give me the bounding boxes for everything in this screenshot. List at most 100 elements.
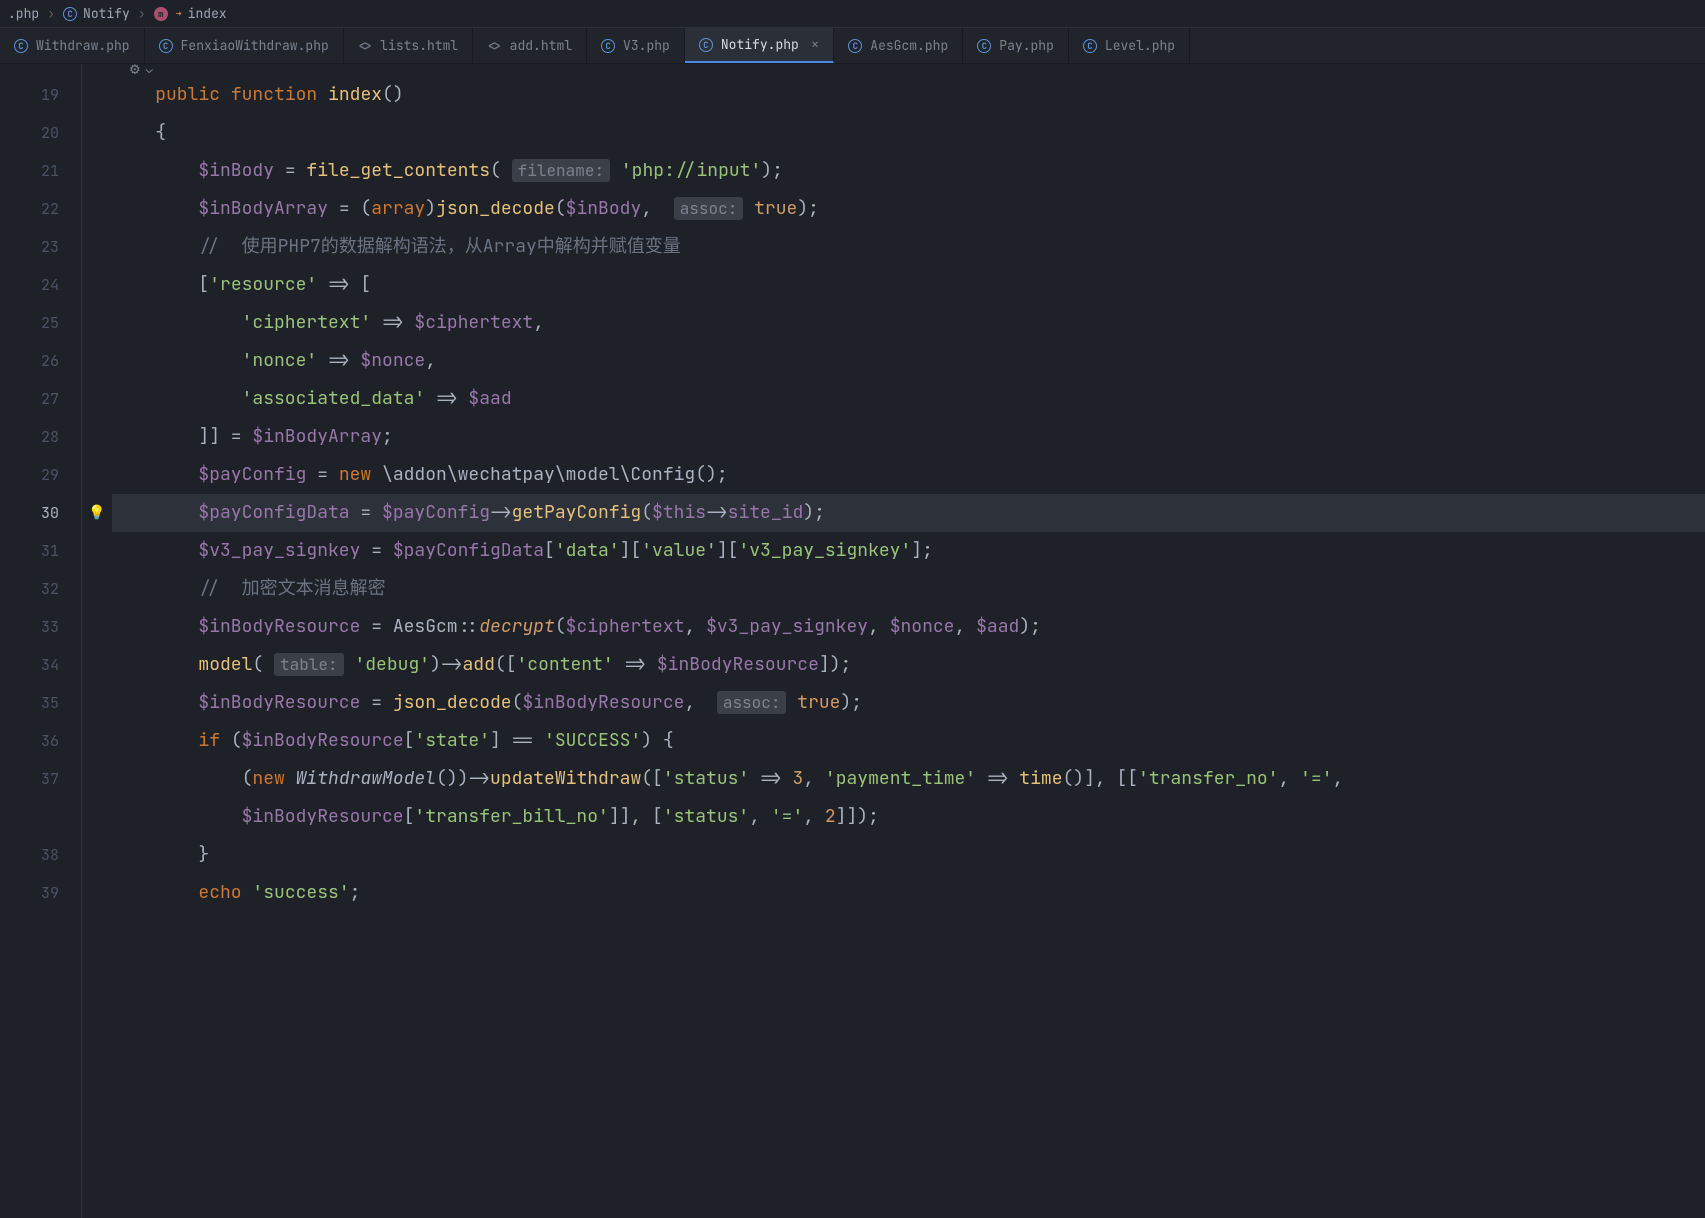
- settings-icon[interactable]: ⚙: [130, 58, 140, 79]
- tab-label: Level.php: [1105, 37, 1175, 54]
- arrow-icon: ➜: [176, 7, 182, 20]
- tab-label: Notify.php: [721, 36, 799, 53]
- code-toolbar[interactable]: ⚙ ⌄: [130, 58, 153, 79]
- line-number: 24: [0, 266, 81, 304]
- gutter-icon-slot: [82, 76, 112, 114]
- line-number: 38: [0, 836, 81, 874]
- gutter-icon-slot: [82, 760, 112, 798]
- tab-lists[interactable]: <> lists.html: [344, 28, 473, 63]
- code-editor[interactable]: 1920212223242526272829303132333435363738…: [0, 64, 1705, 1218]
- chevron-right-icon: ›: [47, 5, 55, 22]
- line-number: 30: [0, 494, 81, 532]
- gutter-icon-slot: 💡: [82, 494, 112, 532]
- line-number: 19: [0, 76, 81, 114]
- breadcrumb: .php › C Notify › m ➜ index: [0, 0, 1705, 28]
- code-line[interactable]: ['resource' => [: [112, 266, 1705, 304]
- code-line[interactable]: $v3_pay_signkey = $payConfigData['data']…: [112, 532, 1705, 570]
- tab-withdraw[interactable]: C Withdraw.php: [0, 28, 145, 63]
- class-icon: C: [699, 38, 713, 52]
- code-line[interactable]: // 加密文本消息解密: [112, 570, 1705, 608]
- breadcrumb-label: index: [188, 5, 227, 22]
- class-icon: C: [63, 7, 77, 21]
- tab-label: FenxiaoWithdraw.php: [181, 37, 329, 54]
- line-number: 27: [0, 380, 81, 418]
- tab-pay[interactable]: C Pay.php: [963, 28, 1069, 63]
- gutter-icon-slot: [82, 152, 112, 190]
- line-number: 28: [0, 418, 81, 456]
- code-line[interactable]: (new WithdrawModel())->updateWithdraw(['…: [112, 760, 1705, 798]
- code-line[interactable]: }: [112, 836, 1705, 874]
- line-number: 35: [0, 684, 81, 722]
- breadcrumb-item[interactable]: C Notify: [63, 5, 130, 22]
- editor-tabs: C Withdraw.php C FenxiaoWithdraw.php <> lis…: [0, 28, 1705, 64]
- html-icon: <>: [487, 38, 501, 54]
- line-number: 39: [0, 874, 81, 912]
- code-line[interactable]: $inBodyResource = json_decode($inBodyRes…: [112, 684, 1705, 722]
- breadcrumb-item[interactable]: .php: [8, 5, 39, 22]
- class-icon: C: [159, 39, 173, 53]
- gutter-icon-slot: [82, 342, 112, 380]
- gutter-icon-slot: [82, 532, 112, 570]
- tab-label: AesGcm.php: [870, 37, 948, 54]
- line-number: 36: [0, 722, 81, 760]
- chevron-right-icon: ›: [138, 5, 146, 22]
- code-line[interactable]: $inBody = file_get_contents( filename: '…: [112, 152, 1705, 190]
- code-line-active[interactable]: $payConfigData = $payConfig->getPayConfi…: [112, 494, 1705, 532]
- code-line[interactable]: {: [112, 114, 1705, 152]
- line-number: 22: [0, 190, 81, 228]
- tab-fenxiaowithdraw[interactable]: C FenxiaoWithdraw.php: [145, 28, 344, 63]
- gutter-icon-slot: [82, 228, 112, 266]
- code-line[interactable]: 'nonce' => $nonce,: [112, 342, 1705, 380]
- code-line[interactable]: 'associated_data' => $aad: [112, 380, 1705, 418]
- gutter-icon-slot: [82, 570, 112, 608]
- class-icon: C: [977, 39, 991, 53]
- code-line[interactable]: echo 'success';: [112, 874, 1705, 912]
- tab-label: add.html: [510, 37, 572, 54]
- breadcrumb-label: .php: [8, 5, 39, 22]
- line-number: 32: [0, 570, 81, 608]
- code-line[interactable]: $inBodyResource = AesGcm::decrypt($ciphe…: [112, 608, 1705, 646]
- class-icon: C: [848, 39, 862, 53]
- gutter-icon-slot: [82, 684, 112, 722]
- html-icon: <>: [358, 38, 372, 54]
- close-icon[interactable]: ×: [811, 36, 819, 54]
- class-icon: C: [1083, 39, 1097, 53]
- line-number: 23: [0, 228, 81, 266]
- gutter-icon-slot: [82, 304, 112, 342]
- line-number: 33: [0, 608, 81, 646]
- gutter-icon-slot: [82, 266, 112, 304]
- line-number: 20: [0, 114, 81, 152]
- breadcrumb-item[interactable]: m ➜ index: [154, 5, 227, 22]
- code-line[interactable]: ]] = $inBodyArray;: [112, 418, 1705, 456]
- tab-level[interactable]: C Level.php: [1069, 28, 1190, 63]
- code-line[interactable]: $inBodyResource['transfer_bill_no']], ['…: [112, 798, 1705, 836]
- tab-v3[interactable]: CV3.php: [587, 28, 685, 63]
- gutter-icon-slot: [82, 418, 112, 456]
- code-line[interactable]: model( table: 'debug')->add(['content' =…: [112, 646, 1705, 684]
- tab-add[interactable]: <> add.html: [473, 28, 587, 63]
- line-gutter: 1920212223242526272829303132333435363738…: [0, 64, 82, 1218]
- code-line[interactable]: public function index(): [112, 76, 1705, 114]
- code-line[interactable]: if ($inBodyResource['state'] == 'SUCCESS…: [112, 722, 1705, 760]
- tab-notify[interactable]: C Notify.php ×: [685, 28, 834, 63]
- chevron-down-icon[interactable]: ⌄: [146, 61, 153, 77]
- lightbulb-icon[interactable]: 💡: [88, 504, 105, 522]
- gutter-icon-slot: [82, 190, 112, 228]
- tab-label: lists.html: [380, 37, 458, 54]
- code-line[interactable]: 'ciphertext' => $ciphertext,: [112, 304, 1705, 342]
- line-number: 25: [0, 304, 81, 342]
- tab-label: Withdraw.php: [36, 37, 130, 54]
- tab-label: V3.php: [623, 37, 670, 54]
- code-line[interactable]: // 使用PHP7的数据解构语法，从Array中解构并赋值变量: [112, 228, 1705, 266]
- tab-label: Pay.php: [999, 37, 1054, 54]
- code-line[interactable]: $payConfig = new \addon\wechatpay\model\…: [112, 456, 1705, 494]
- tab-aesgcm[interactable]: C AesGcm.php: [834, 28, 963, 63]
- gutter-icon-slot: [82, 646, 112, 684]
- gutter-icon-slot: [82, 608, 112, 646]
- gutter-icon-slot: [82, 456, 112, 494]
- gutter-icon-slot: [82, 722, 112, 760]
- line-number: 34: [0, 646, 81, 684]
- code-area[interactable]: ⚙ ⌄ public function index() { $inBody = …: [112, 64, 1705, 1218]
- class-icon: C: [14, 39, 28, 53]
- code-line[interactable]: $inBodyArray = (array)json_decode($inBod…: [112, 190, 1705, 228]
